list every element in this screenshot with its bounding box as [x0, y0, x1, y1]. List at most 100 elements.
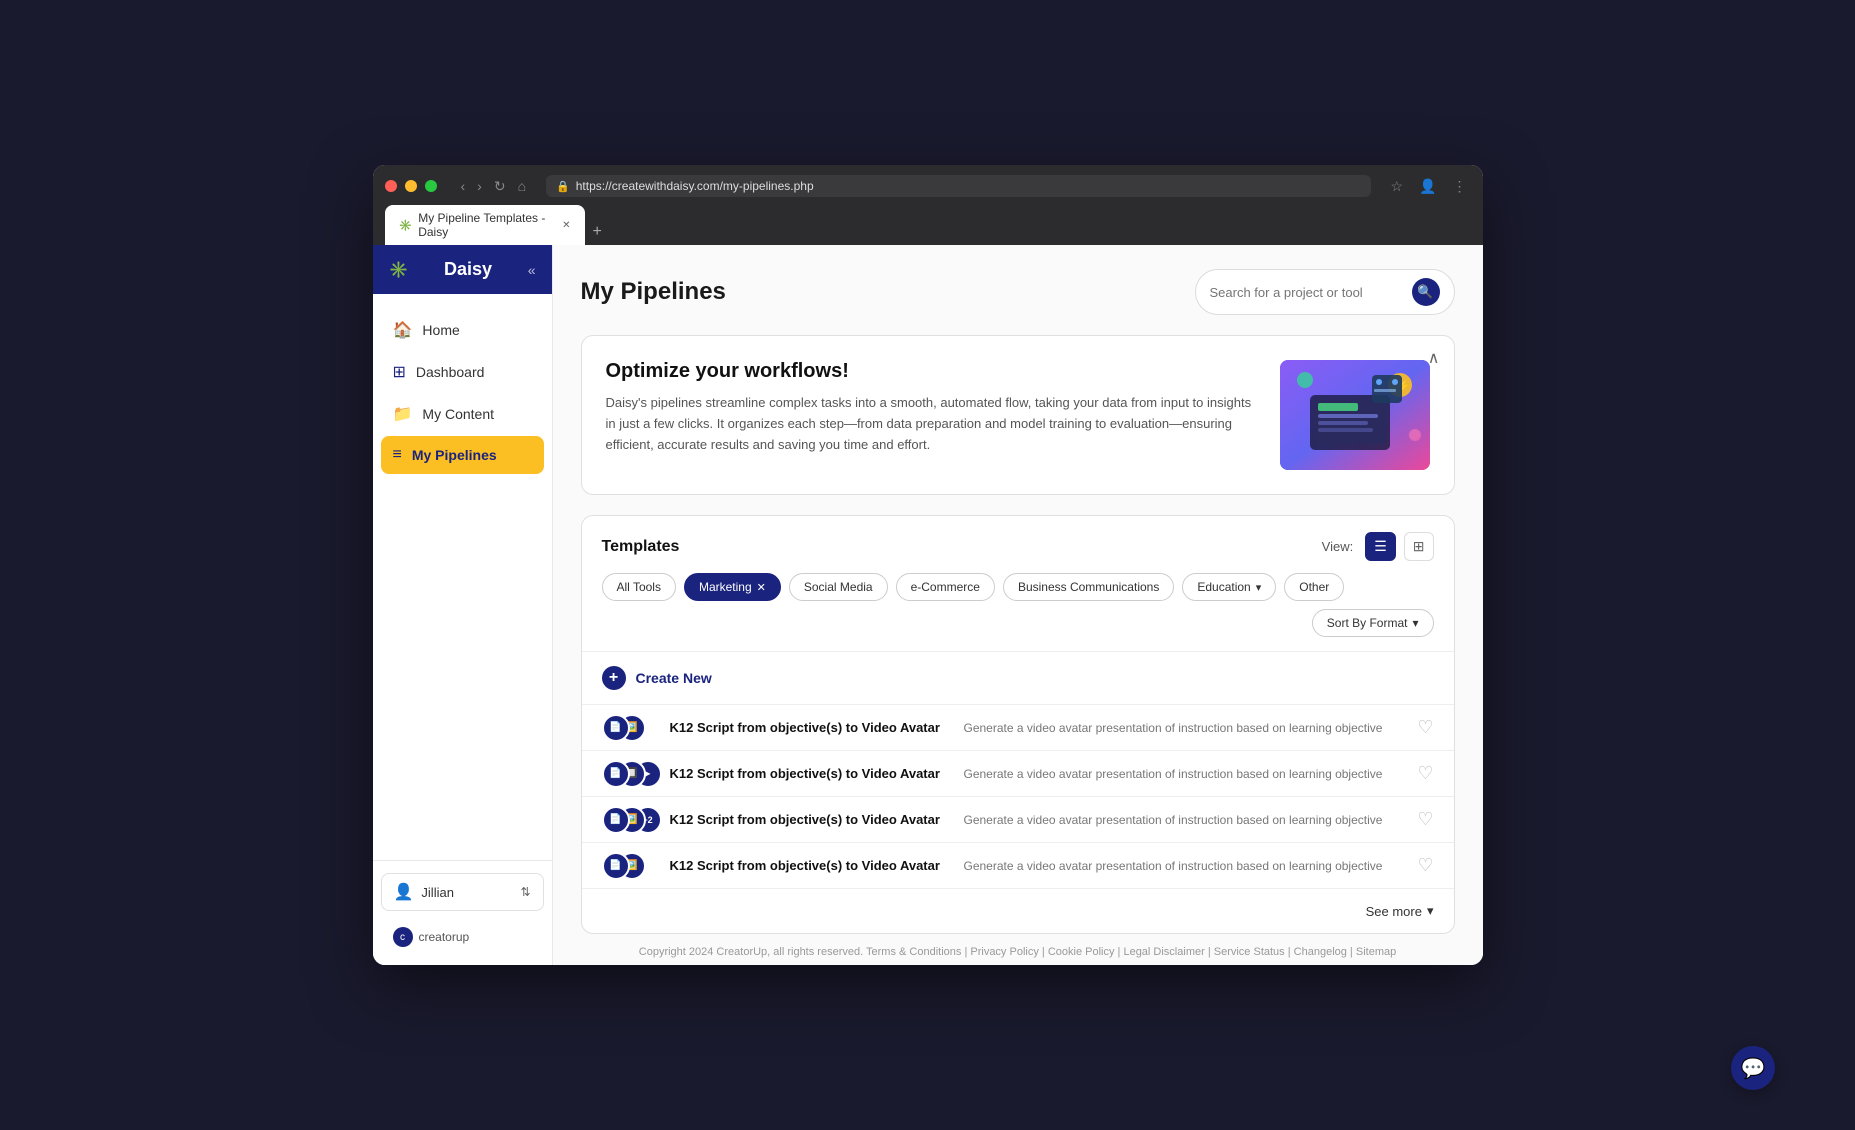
address-bar[interactable]: 🔒 https://createwithdaisy.com/my-pipelin…	[546, 175, 1370, 197]
template-icon-0: 📄	[602, 714, 630, 742]
template-row[interactable]: 📄 🔲 ▶ K12 Script from objective(s) to Vi…	[582, 751, 1454, 797]
sort-dropdown-icon: ▾	[1412, 616, 1418, 630]
search-bar: 🔍	[1195, 269, 1455, 315]
template-fav-t3[interactable]: ♡	[1417, 809, 1433, 830]
dashboard-icon: ⊞	[393, 362, 406, 382]
sort-by-format-btn[interactable]: Sort By Format ▾	[1312, 609, 1434, 637]
chat-fab[interactable]: 💬	[1731, 1046, 1775, 1090]
footer-sitemap[interactable]: Sitemap	[1356, 946, 1396, 958]
back-btn[interactable]: ‹	[457, 176, 470, 197]
filter-ecommerce-label: e-Commerce	[911, 580, 980, 594]
user-caret-icon: ⇅	[520, 885, 530, 899]
tl-maximize[interactable]	[425, 180, 437, 192]
lock-icon: 🔒	[556, 180, 570, 193]
sidebar-item-my-pipelines[interactable]: ≡ My Pipelines	[381, 436, 544, 474]
template-desc-t4: Generate a video avatar presentation of …	[964, 859, 1404, 873]
sidebar-item-dashboard-label: Dashboard	[416, 364, 485, 380]
my-pipelines-icon: ≡	[393, 446, 402, 464]
create-new-icon: +	[602, 666, 626, 690]
template-row[interactable]: 📄 🖼️ +2 K12 Script from objective(s) to …	[582, 797, 1454, 843]
banner: Optimize your workflows! Daisy's pipelin…	[581, 335, 1455, 495]
filter-all-tools[interactable]: All Tools	[602, 573, 676, 601]
footer-legal[interactable]: Legal Disclaimer	[1123, 946, 1204, 958]
creatorup-logo: c creatorup	[381, 921, 544, 953]
menu-btn[interactable]: ⋮	[1449, 176, 1471, 197]
view-label: View:	[1322, 539, 1354, 554]
sidebar-item-dashboard[interactable]: ⊞ Dashboard	[381, 352, 544, 392]
home-nav-btn[interactable]: ⌂	[514, 176, 530, 197]
banner-image: ⚡	[1280, 360, 1430, 470]
template-row[interactable]: 📄 🖼️ K12 Script from objective(s) to Vid…	[582, 705, 1454, 751]
app-footer: Copyright 2024 CreatorUp, all rights res…	[581, 934, 1455, 965]
tl-close[interactable]	[385, 180, 397, 192]
template-row[interactable]: 📄 🖼️ K12 Script from objective(s) to Vid…	[582, 843, 1454, 889]
filter-business-comm[interactable]: Business Communications	[1003, 573, 1174, 601]
url-text: https://createwithdaisy.com/my-pipelines…	[576, 179, 814, 193]
forward-btn[interactable]: ›	[473, 176, 486, 197]
new-tab-btn[interactable]: +	[585, 219, 610, 245]
filter-education-label: Education	[1197, 580, 1250, 594]
chat-icon: 💬	[1741, 1056, 1766, 1081]
footer-privacy[interactable]: Privacy Policy	[970, 946, 1038, 958]
footer-service[interactable]: Service Status	[1214, 946, 1285, 958]
filter-social-media[interactable]: Social Media	[789, 573, 888, 601]
sidebar-collapse-btn[interactable]: «	[528, 262, 536, 278]
footer-changelog[interactable]: Changelog	[1294, 946, 1347, 958]
templates-section: Templates View: ☰ ⊞ All Tools Marketing …	[581, 515, 1455, 934]
search-button[interactable]: 🔍	[1412, 278, 1440, 306]
sidebar: ✳️ Daisy « 🏠 Home ⊞ Dashboard 📁 My Conte…	[373, 245, 553, 965]
sidebar-item-my-content-label: My Content	[422, 406, 494, 422]
see-more-icon: ▾	[1427, 903, 1434, 919]
create-new-row[interactable]: + Create New	[582, 652, 1454, 705]
template-fav-t1[interactable]: ♡	[1417, 717, 1433, 738]
template-fav-t4[interactable]: ♡	[1417, 855, 1433, 876]
tab-favicon: ✳️	[399, 219, 413, 232]
sort-by-format-label: Sort By Format	[1327, 616, 1408, 630]
refresh-btn[interactable]: ↻	[490, 176, 510, 197]
template-name-t4: K12 Script from objective(s) to Video Av…	[670, 858, 950, 873]
template-icon-0: 📄	[602, 806, 630, 834]
template-icon-0: 📄	[602, 760, 630, 788]
template-fav-t2[interactable]: ♡	[1417, 763, 1433, 784]
active-tab[interactable]: ✳️ My Pipeline Templates - Daisy ✕	[385, 205, 585, 245]
page-title: My Pipelines	[581, 278, 726, 306]
bookmark-btn[interactable]: ☆	[1387, 176, 1408, 197]
logo-icon: ✳️	[389, 260, 409, 280]
user-icon: 👤	[394, 882, 414, 902]
template-name-t3: K12 Script from objective(s) to Video Av…	[670, 812, 950, 827]
template-desc-t1: Generate a video avatar presentation of …	[964, 721, 1404, 735]
page-header: My Pipelines 🔍	[581, 269, 1455, 315]
banner-description: Daisy's pipelines streamline complex tas…	[606, 393, 1260, 455]
see-more-row[interactable]: See more ▾	[582, 889, 1454, 933]
filter-marketing[interactable]: Marketing ✕	[684, 573, 781, 601]
template-name-t2: K12 Script from objective(s) to Video Av…	[670, 766, 950, 781]
filter-ecommerce[interactable]: e-Commerce	[896, 573, 995, 601]
filter-all-tools-label: All Tools	[617, 580, 661, 594]
profile-btn[interactable]: 👤	[1415, 176, 1440, 197]
filter-other[interactable]: Other	[1284, 573, 1344, 601]
sidebar-item-my-content[interactable]: 📁 My Content	[381, 394, 544, 434]
tab-close-btn[interactable]: ✕	[562, 220, 570, 231]
banner-title: Optimize your workflows!	[606, 360, 1260, 383]
template-name-t1: K12 Script from objective(s) to Video Av…	[670, 720, 950, 735]
footer-cookie[interactable]: Cookie Policy	[1048, 946, 1115, 958]
sidebar-item-home[interactable]: 🏠 Home	[381, 310, 544, 350]
grid-view-btn[interactable]: ⊞	[1404, 532, 1434, 561]
sidebar-footer: 👤 Jillian ⇅ c creatorup	[373, 860, 552, 965]
templates-title: Templates	[602, 538, 680, 556]
my-content-icon: 📁	[393, 404, 413, 424]
tl-minimize[interactable]	[405, 180, 417, 192]
creatorup-text: creatorup	[419, 930, 470, 944]
footer-terms[interactable]: Terms & Conditions	[866, 946, 961, 958]
search-icon: 🔍	[1417, 284, 1433, 300]
search-input[interactable]	[1210, 285, 1404, 300]
template-icon-0: 📄	[602, 852, 630, 880]
list-view-btn[interactable]: ☰	[1365, 532, 1396, 561]
filter-education[interactable]: Education ▾	[1182, 573, 1276, 601]
user-profile[interactable]: 👤 Jillian ⇅	[381, 873, 544, 911]
filter-marketing-close[interactable]: ✕	[757, 581, 766, 594]
banner-collapse-btn[interactable]: ∧	[1428, 348, 1440, 368]
browser-chrome: ‹ › ↻ ⌂ 🔒 https://createwithdaisy.com/my…	[373, 165, 1483, 245]
filter-marketing-label: Marketing	[699, 580, 752, 594]
templates-list: + Create New 📄 🖼️ K12	[582, 651, 1454, 933]
